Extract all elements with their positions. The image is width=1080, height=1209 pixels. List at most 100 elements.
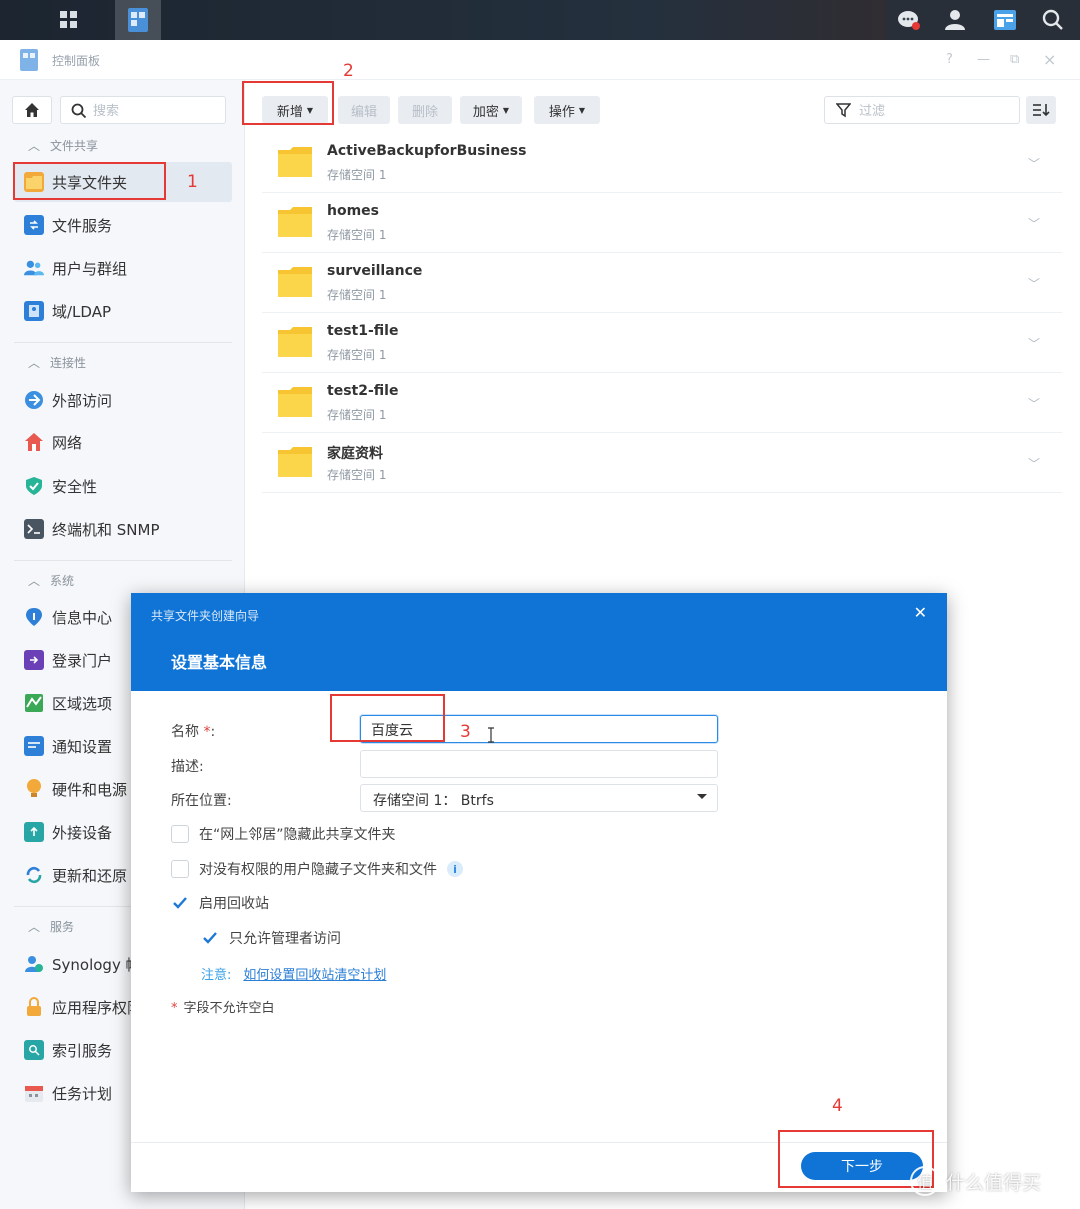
hide-subfolders-checkbox[interactable] (171, 860, 189, 878)
annotation-number-2: 2 (343, 61, 354, 81)
description-input[interactable] (371, 755, 701, 775)
login-portal-icon (24, 650, 44, 670)
chat-button[interactable] (886, 0, 932, 40)
admin-only-checkbox[interactable] (201, 929, 219, 947)
sort-button[interactable] (1026, 96, 1056, 124)
annotation-box-1 (13, 162, 166, 200)
home-icon (25, 103, 39, 117)
edit-button[interactable]: 编辑 (338, 96, 390, 124)
help-button[interactable]: ? (946, 52, 953, 67)
caret-down-icon: ▼ (578, 105, 586, 115)
name-label: 名称 *: (171, 724, 216, 740)
required-field-note: * 字段不允许空白 (171, 1001, 275, 1016)
sidebar-item-label: 信息中心 (52, 608, 113, 627)
location-select[interactable]: 存储空间 1： Btrfs (360, 784, 718, 812)
watermark-logo: 值 (910, 1166, 940, 1196)
sidebar-item-file-services[interactable]: 文件服务 (14, 205, 232, 245)
location-value: 存储空间 1： Btrfs (373, 793, 494, 809)
encrypt-button[interactable]: 加密 ▼ (460, 96, 522, 124)
taskbar (0, 0, 1080, 40)
chevron-down-icon[interactable]: ﹀ (1028, 155, 1040, 172)
taskbar-control-panel-button[interactable] (115, 0, 161, 40)
main-menu-button[interactable] (46, 0, 92, 40)
shield-icon (24, 476, 44, 496)
sidebar-search-input[interactable] (93, 101, 213, 121)
sidebar-item-label: 终端机和 SNMP (52, 520, 160, 539)
section-connectivity[interactable]: ︿ 连接性 (28, 354, 86, 371)
home-button[interactable] (12, 96, 52, 124)
filter-box[interactable] (824, 96, 1020, 124)
chevron-down-icon[interactable]: ﹀ (1028, 335, 1040, 352)
section-system[interactable]: ︿ 系统 (28, 572, 74, 589)
chevron-down-icon[interactable]: ﹀ (1028, 455, 1040, 472)
sidebar-search[interactable] (60, 96, 226, 124)
chevron-up-icon: ︿ (28, 574, 41, 588)
hide-in-network-option[interactable]: 在“网上邻居”隐藏此共享文件夹 (171, 824, 396, 844)
sidebar-item-label: 文件服务 (52, 216, 113, 235)
annotation-box-3 (330, 694, 445, 742)
note-label: 注意: (201, 968, 232, 983)
chevron-down-icon[interactable]: ﹀ (1028, 215, 1040, 232)
sidebar-item-users-groups[interactable]: 用户与群组 (14, 248, 232, 288)
enable-recycle-bin-checkbox[interactable] (171, 894, 189, 912)
info-icon[interactable]: i (447, 861, 463, 877)
folder-row[interactable]: test2-file 存储空间 1 ﹀ (262, 373, 1062, 433)
filter-icon (836, 103, 851, 118)
folder-row[interactable]: homes 存储空间 1 ﹀ (262, 193, 1062, 253)
minimize-button[interactable]: — (977, 52, 990, 67)
search-icon (1042, 9, 1063, 30)
filter-input[interactable] (859, 101, 1009, 121)
admin-only-option[interactable]: 只允许管理者访问 (201, 928, 341, 948)
watermark: 值 什么值得买 (910, 1166, 1041, 1196)
user-button[interactable] (932, 0, 978, 40)
checkmark-icon (203, 932, 217, 944)
chevron-down-icon[interactable]: ﹀ (1028, 275, 1040, 292)
section-file-sharing[interactable]: ︿ 文件共享 (28, 137, 98, 154)
sidebar-item-label: 任务计划 (52, 1084, 113, 1103)
grid-icon (60, 11, 77, 28)
folder-row[interactable]: ActiveBackupforBusiness 存储空间 1 ﹀ (262, 133, 1062, 193)
action-button[interactable]: 操作 ▼ (534, 96, 600, 124)
location-label: 所在位置: (171, 793, 232, 809)
sidebar-item-security[interactable]: 安全性 (14, 466, 232, 506)
widgets-button[interactable] (982, 0, 1028, 40)
chevron-down-icon[interactable]: ﹀ (1028, 395, 1040, 412)
folder-row[interactable]: 家庭资料 存储空间 1 ﹀ (262, 433, 1062, 493)
wizard-title: 共享文件夹创建向导 (151, 609, 260, 623)
folder-row[interactable]: surveillance 存储空间 1 ﹀ (262, 253, 1062, 313)
divider (14, 342, 232, 343)
sidebar-item-terminal-snmp[interactable]: 终端机和 SNMP (14, 509, 232, 549)
sidebar-item-label: 网络 (52, 433, 83, 452)
dialog-close-button[interactable]: ✕ (914, 603, 927, 622)
enable-recycle-bin-option[interactable]: 启用回收站 (171, 893, 269, 913)
search-button[interactable] (1030, 0, 1076, 40)
hide-in-network-checkbox[interactable] (171, 825, 189, 843)
synology-account-icon (24, 954, 44, 974)
external-device-icon (24, 822, 44, 842)
delete-button[interactable]: 删除 (398, 96, 452, 124)
chevron-up-icon: ︿ (28, 356, 41, 370)
chevron-up-icon: ︿ (28, 920, 41, 934)
recycle-schedule-link[interactable]: 如何设置回收站清空计划 (243, 968, 386, 983)
control-panel-icon (20, 49, 38, 71)
description-field[interactable] (360, 750, 718, 778)
folder-row[interactable]: test1-file 存储空间 1 ﹀ (262, 313, 1062, 373)
users-icon (24, 258, 44, 278)
section-services[interactable]: ︿ 服务 (28, 918, 74, 935)
recycle-note: 注意: 如何设置回收站清空计划 (201, 964, 386, 983)
hide-subfolders-option[interactable]: 对没有权限的用户隐藏子文件夹和文件 i (171, 859, 463, 879)
restore-button[interactable]: ⧉ (1010, 52, 1019, 67)
external-access-icon (24, 390, 44, 410)
close-window-button[interactable]: × (1043, 50, 1056, 69)
chat-icon (898, 11, 920, 30)
sidebar-item-domain-ldap[interactable]: 域/LDAP (14, 291, 232, 331)
step-title: 设置基本信息 (171, 653, 268, 672)
sidebar-item-external-access[interactable]: 外部访问 (14, 380, 232, 420)
sidebar-item-label: 索引服务 (52, 1041, 113, 1060)
notification-icon (24, 736, 44, 756)
sidebar-item-label: 区域选项 (52, 694, 113, 713)
sidebar-item-network[interactable]: 网络 (14, 422, 232, 462)
folder-icon (278, 147, 312, 177)
folder-icon (278, 447, 312, 477)
folder-icon (278, 207, 312, 237)
